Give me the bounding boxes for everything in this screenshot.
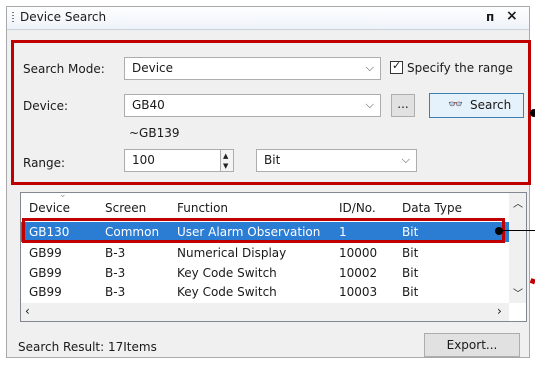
range-unit-select[interactable]: Bit ⌵ [256,149,417,172]
vertical-scrollbar[interactable]: ︿ ﹀ [509,193,526,303]
table-row[interactable]: GB99 B-3 Numerical Display 10000 Bit [21,243,510,263]
callout-line [503,230,535,231]
table-row[interactable]: GB99 B-3 Key Code Switch 10003 Bit [21,282,510,302]
range-spinner[interactable]: ▲ ▼ [220,149,234,172]
chevron-down-icon: ⌵ [365,98,374,111]
search-result-count: Search Result: 17Items [18,340,157,354]
device-input[interactable]: GB40 ⌵ [124,94,381,117]
chevron-down-icon: ⌵ [365,61,374,74]
chevron-down-icon: ⌵ [401,153,410,166]
binoculars-icon: 👓 [448,97,463,111]
specify-range-checkbox[interactable]: ✓ [390,59,403,74]
browse-button[interactable]: ... [391,94,415,117]
scroll-left-icon[interactable]: ‹ [25,304,30,318]
scroll-down-icon[interactable]: ﹀ [513,285,523,300]
specify-range-label: Specify the range [407,61,513,75]
range-label: Range: [23,156,66,170]
close-icon[interactable]: × [506,8,518,24]
search-mode-label: Search Mode: [23,62,105,76]
search-mode-select[interactable]: Device ⌵ [124,57,381,80]
scroll-right-icon[interactable]: › [497,304,502,318]
range-value-input[interactable]: 100 [124,149,221,172]
horizontal-scrollbar[interactable]: ‹ › [21,303,509,321]
search-button[interactable]: 👓 Search [429,93,524,118]
export-button[interactable]: Export... [424,333,520,357]
sort-icon: ⌄ [59,192,67,200]
scroll-up-icon[interactable]: ︿ [513,195,523,210]
title-bar: Device Search ᴨ × [7,7,529,30]
grip-icon[interactable] [12,12,14,24]
device-range-end: ~GB139 [129,126,180,140]
check-icon: ✓ [392,59,402,72]
spin-up-icon[interactable]: ▲ [223,152,228,160]
table-row[interactable]: GB99 B-3 Key Code Switch 10002 Bit [21,263,510,283]
callout-dot [495,227,503,235]
selected-row-highlight [22,218,505,243]
search-button-label: Search [470,98,512,112]
callout-dot [530,109,535,117]
results-table[interactable]: Device ⌄ Screen Function ID/No. Data Typ… [20,192,527,322]
device-label: Device: [23,99,69,113]
spin-down-icon[interactable]: ▼ [223,162,228,170]
window-title: Device Search [20,10,107,24]
pin-icon[interactable]: ᴨ [486,10,494,24]
